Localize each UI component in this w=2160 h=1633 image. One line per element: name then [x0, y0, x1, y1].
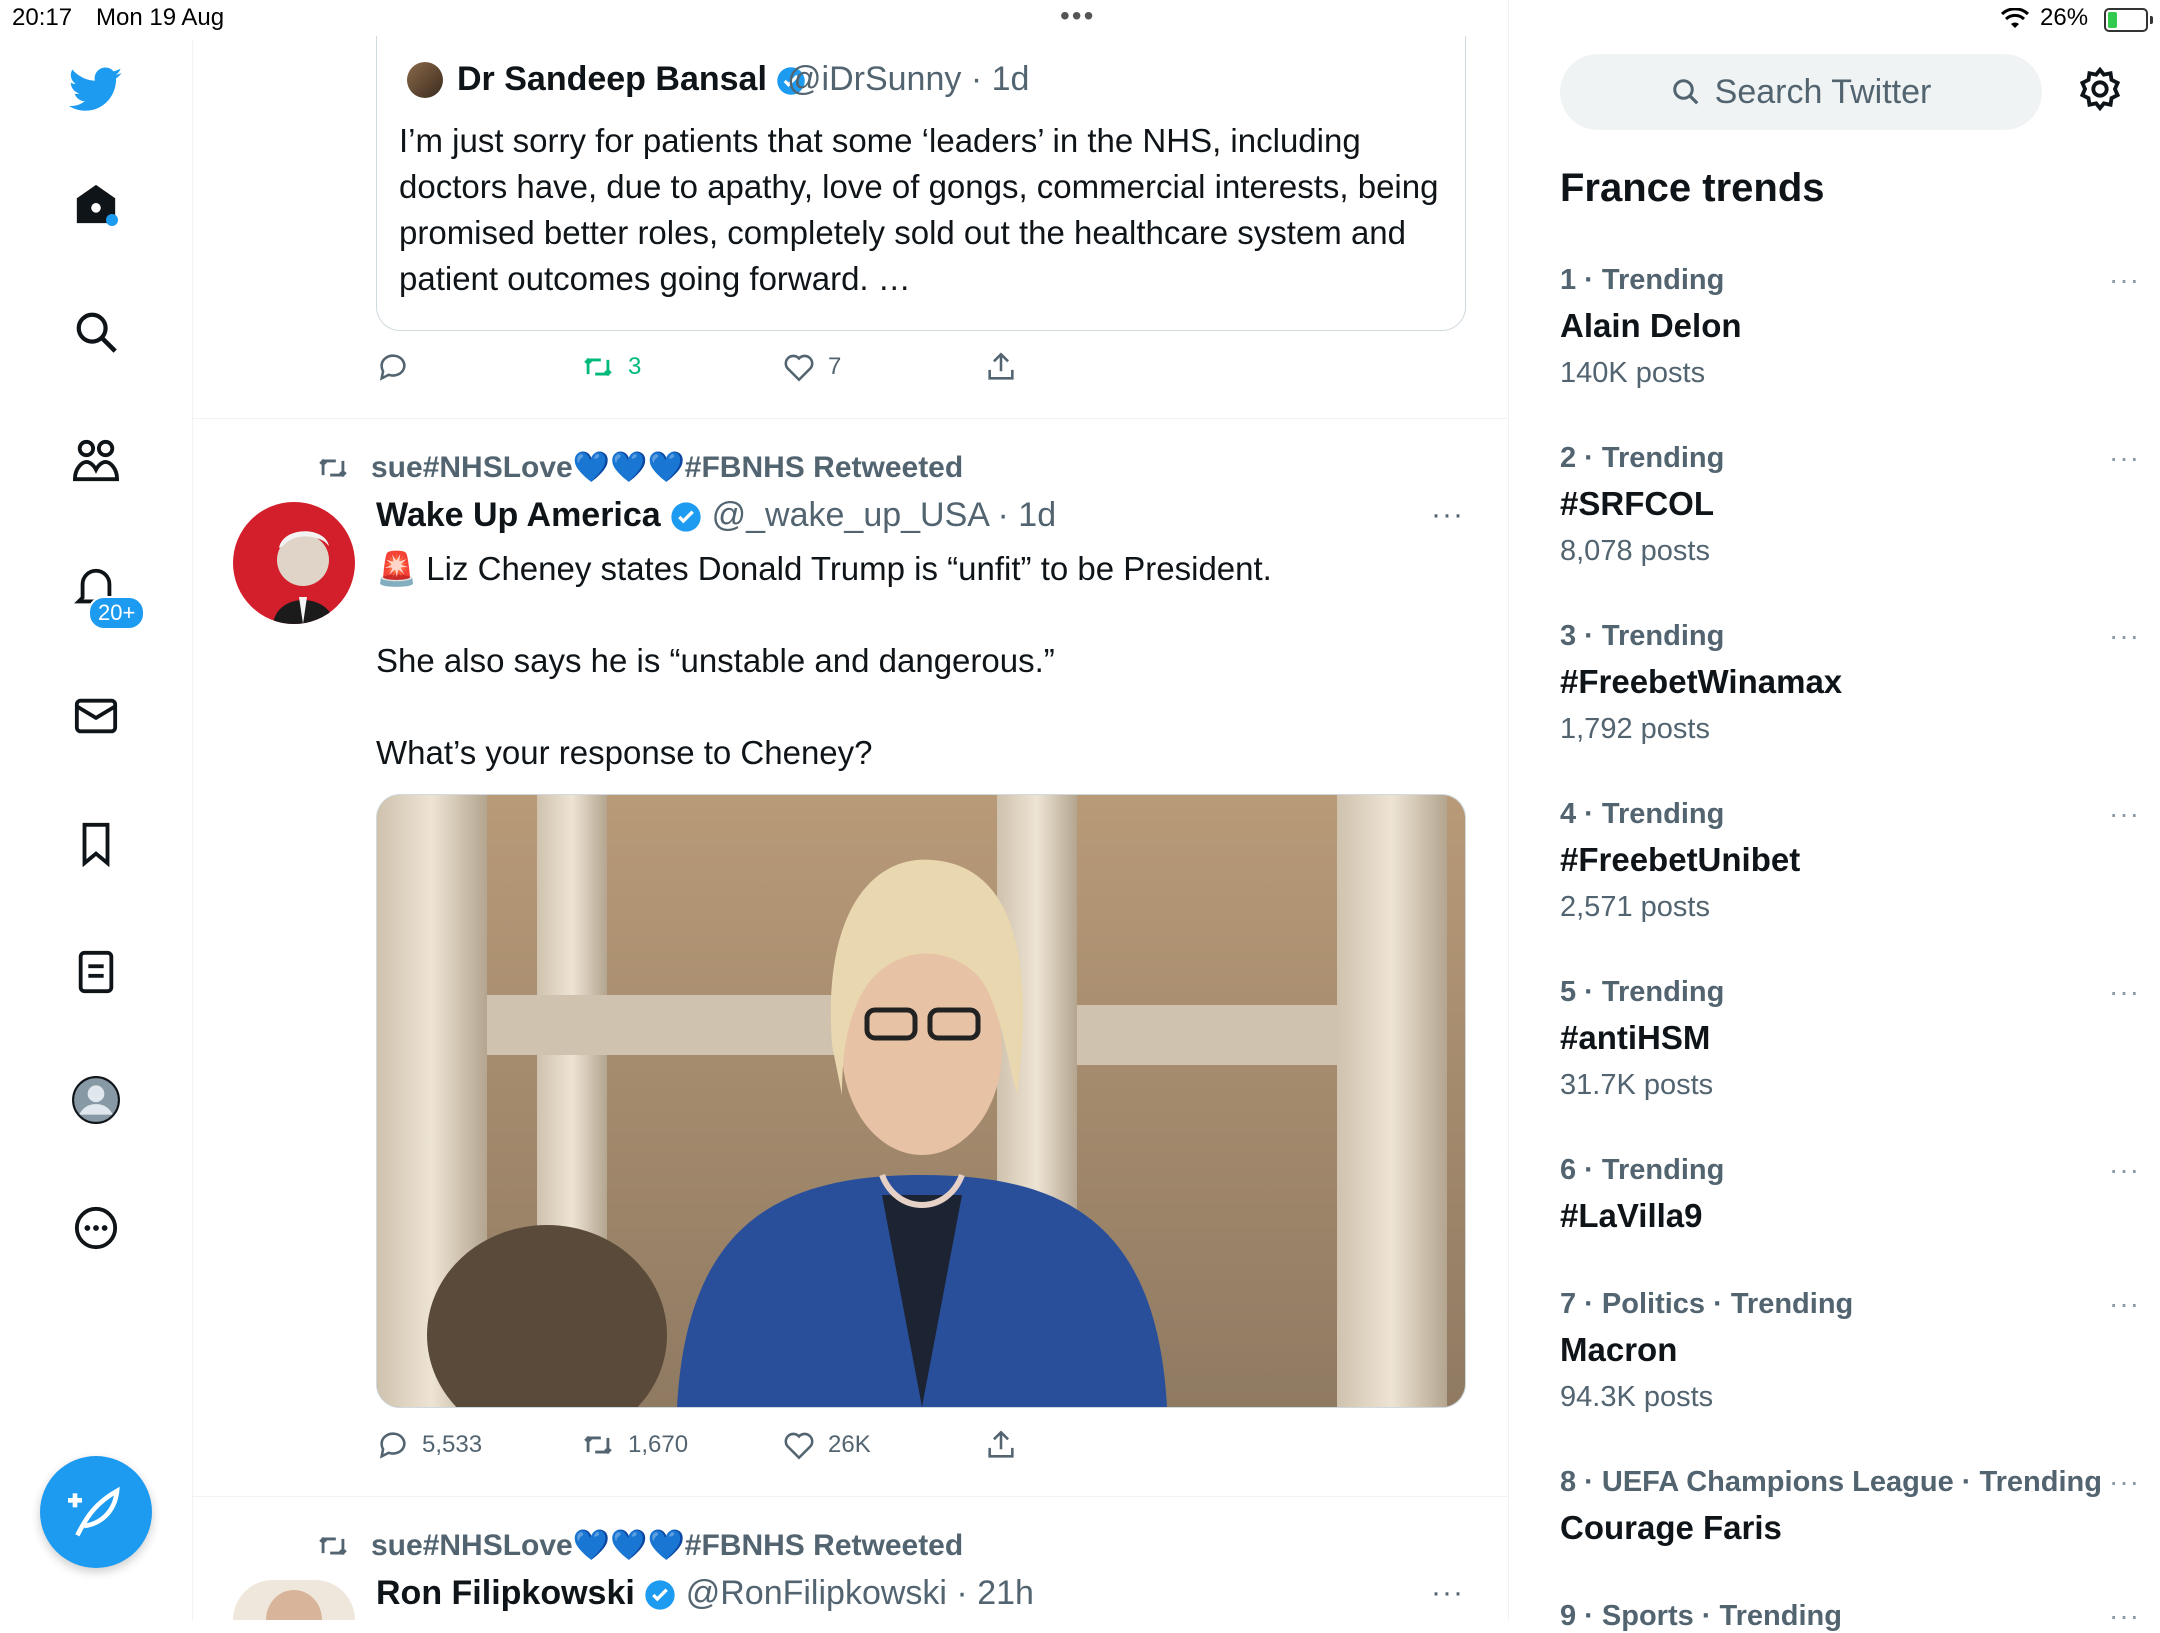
- retweet-icon: [319, 458, 347, 477]
- tweet-more-button[interactable]: ···: [1431, 498, 1464, 532]
- author-handle: @RonFilipkowski · 21h: [685, 1574, 1034, 1612]
- trend-more-button[interactable]: ···: [2109, 442, 2140, 474]
- trend-item[interactable]: 3 · Trending #FreebetWinamax 1,792 posts…: [1560, 620, 2139, 746]
- tweet-actions: 5,533 1,670 26K: [376, 1428, 1276, 1468]
- retweet-count: 3: [628, 353, 642, 380]
- author-avatar[interactable]: [233, 1580, 355, 1620]
- share-button[interactable]: [984, 350, 1018, 384]
- left-navigation-rail: 20+: [0, 40, 193, 1620]
- author-handle: @_wake_up_USA · 1d: [711, 496, 1057, 534]
- like-button[interactable]: 26K: [782, 1428, 871, 1462]
- tweet-divider: [193, 1496, 1508, 1497]
- trend-more-button[interactable]: ···: [2109, 1288, 2140, 1320]
- share-icon: [988, 1430, 1014, 1458]
- retweeted-by-label[interactable]: sue#NHSLove💙💙💙#FBNHS Retweeted: [315, 450, 963, 485]
- retweet-icon: [319, 1536, 347, 1555]
- reply-count: 5,533: [422, 1431, 483, 1458]
- reply-button[interactable]: [376, 350, 410, 384]
- settings-gear-icon[interactable]: [2077, 66, 2123, 117]
- like-button[interactable]: 7: [782, 350, 841, 384]
- quoted-author-handle: @iDrSunny · 1d: [787, 60, 1030, 98]
- quoted-avatar[interactable]: [407, 62, 443, 98]
- trend-more-button[interactable]: ···: [2109, 1466, 2140, 1498]
- trend-item[interactable]: 5 · Trending #antiHSM 31.7K posts ···: [1560, 976, 2139, 1102]
- retweet-icon: [584, 1435, 612, 1455]
- quoted-tweet-text: I’m just sorry for patients that some ‘l…: [399, 122, 1439, 297]
- heart-icon: [784, 1432, 814, 1460]
- reply-icon: [379, 1432, 406, 1459]
- timeline: Dr Sandeep Bansal @iDrSunny · 1d I’m jus…: [193, 0, 1509, 1620]
- share-icon: [988, 352, 1014, 380]
- trend-more-button[interactable]: ···: [2109, 1154, 2140, 1186]
- trend-item[interactable]: 9 · Sports · Trending ···: [1560, 1600, 2139, 1633]
- communities-icon[interactable]: [66, 430, 126, 490]
- quoted-tweet-card[interactable]: Dr Sandeep Bansal @iDrSunny · 1d I’m jus…: [376, 36, 1466, 331]
- notifications-badge: 20+: [88, 596, 146, 630]
- trend-item[interactable]: 8 · UEFA Champions League · Trending Cou…: [1560, 1466, 2139, 1547]
- twitter-bird-icon[interactable]: [66, 60, 126, 120]
- trend-item[interactable]: 1 · Trending Alain Delon 140K posts ···: [1560, 264, 2139, 390]
- tweet-media-image[interactable]: [376, 794, 1466, 1408]
- search-icon: [1672, 79, 1699, 105]
- lists-icon[interactable]: [66, 942, 126, 1002]
- trend-more-button[interactable]: ···: [2109, 798, 2140, 830]
- retweet-button[interactable]: 1,670: [580, 1428, 688, 1462]
- tweet-text: 🚨 Liz Cheney states Donald Trump is “unf…: [376, 550, 1272, 771]
- search-bar[interactable]: Search Twitter: [1560, 54, 2042, 130]
- messages-icon[interactable]: [66, 686, 126, 746]
- reply-button[interactable]: 5,533: [376, 1428, 482, 1462]
- retweeted-by-label[interactable]: sue#NHSLove💙💙💙#FBNHS Retweeted: [315, 1528, 963, 1563]
- trend-item[interactable]: 7 · Politics · Trending Macron 94.3K pos…: [1560, 1288, 2139, 1414]
- trend-more-button[interactable]: ···: [2109, 976, 2140, 1008]
- heart-icon: [784, 354, 814, 382]
- more-icon[interactable]: [66, 1198, 126, 1258]
- trend-more-button[interactable]: ···: [2109, 620, 2140, 652]
- right-sidebar: Search Twitter France trends 1 · Trendin…: [1509, 0, 2160, 1632]
- search-icon[interactable]: [66, 302, 126, 362]
- trend-item[interactable]: 2 · Trending #SRFCOL 8,078 posts ···: [1560, 442, 2139, 568]
- home-unread-dot: [106, 214, 118, 226]
- compose-tweet-button[interactable]: [40, 1456, 152, 1568]
- reply-icon: [379, 354, 406, 381]
- trend-item[interactable]: 4 · Trending #FreebetUnibet 2,571 posts …: [1560, 798, 2139, 924]
- retweet-icon: [584, 357, 612, 377]
- like-count: 7: [828, 353, 842, 380]
- verified-badge-icon: [671, 502, 701, 532]
- like-count: 26K: [828, 1431, 871, 1458]
- trend-more-button[interactable]: ···: [2109, 1600, 2140, 1632]
- trend-more-button[interactable]: ···: [2109, 264, 2140, 296]
- compose-feather-icon: [68, 1486, 120, 1537]
- quoted-author-name[interactable]: Dr Sandeep Bansal: [457, 60, 806, 99]
- author-avatar[interactable]: [233, 502, 355, 624]
- tweet-divider: [193, 418, 1508, 419]
- retweet-count: 1,670: [628, 1431, 689, 1458]
- profile-icon[interactable]: [66, 1070, 126, 1130]
- verified-badge-icon: [645, 1580, 675, 1610]
- trend-item[interactable]: 6 · Trending #LaVilla9 ···: [1560, 1154, 2139, 1235]
- share-button[interactable]: [984, 1428, 1018, 1462]
- quoted-tweet-actions: 3 7: [376, 350, 1276, 390]
- retweet-button[interactable]: 3: [580, 350, 641, 384]
- tweet-more-button[interactable]: ···: [1431, 1576, 1464, 1610]
- author-name[interactable]: Wake Up America @_wake_up_USA · 1d: [376, 496, 1056, 535]
- status-time: 20:17: [12, 4, 73, 31]
- search-placeholder: Search Twitter: [1714, 72, 1932, 111]
- trends-title: France trends: [1560, 166, 1825, 210]
- home-icon[interactable]: [66, 174, 126, 234]
- bookmarks-icon[interactable]: [66, 814, 126, 874]
- author-name[interactable]: Ron Filipkowski @RonFilipkowski · 21h: [376, 1574, 1034, 1613]
